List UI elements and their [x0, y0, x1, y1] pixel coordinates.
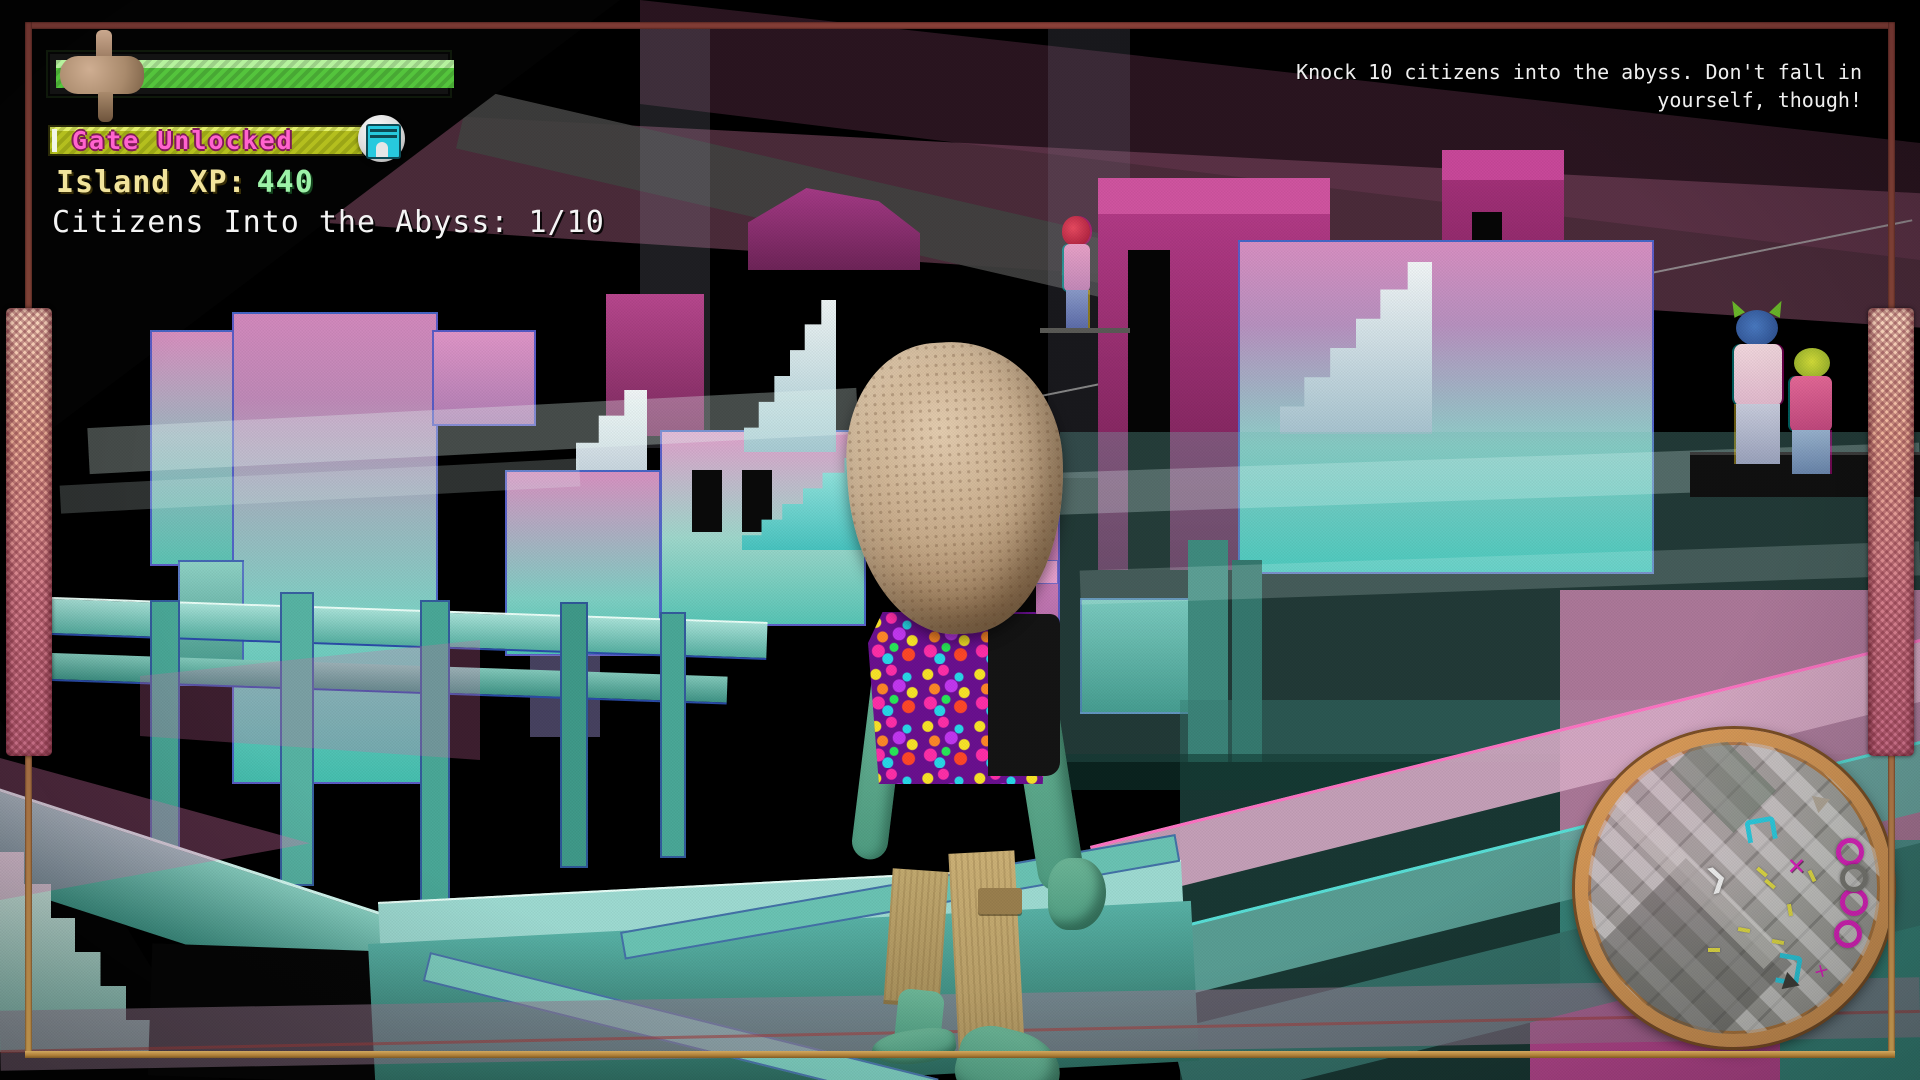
- frame-bottom: [25, 1051, 1895, 1058]
- ragdoll-leg: [98, 92, 113, 122]
- doorway: [692, 470, 722, 532]
- banner-notch: [52, 129, 57, 152]
- citizen-head: [1062, 216, 1090, 246]
- citizen-legs: [1792, 430, 1830, 474]
- post: [660, 612, 686, 858]
- abyss-counter-line: Citizens Into the Abyss: 1/10: [52, 205, 605, 240]
- player-ragdoll-icon: [58, 30, 148, 122]
- objective-text: Knock 10 citizens into the abyss. Don't …: [1296, 58, 1862, 114]
- target-x-icon: ✕: [1788, 848, 1805, 881]
- post: [560, 602, 588, 868]
- minimap-tint: [1588, 742, 1880, 1034]
- citizen-legs: [1736, 404, 1780, 464]
- frame-right-handle: [1868, 308, 1914, 756]
- boulder-speckles: [841, 337, 1072, 640]
- objective-line-2: yourself, though!: [1296, 86, 1862, 114]
- player-left-foot: [870, 1024, 958, 1069]
- game-viewport[interactable]: ❯ ✕ ✕: [0, 0, 1920, 1080]
- player-character: [820, 330, 1140, 1080]
- ragdoll-body: [60, 56, 144, 94]
- citizen-ring-icon: [1836, 838, 1864, 866]
- island-xp-value: 440: [257, 165, 314, 200]
- citizen-ring-icon: [1834, 920, 1862, 948]
- minimap: ❯ ✕ ✕: [1575, 729, 1893, 1047]
- gate-unlocked-banner: Gate Unlocked: [50, 127, 362, 154]
- citizen-body: [1790, 376, 1832, 432]
- island-xp-label: Island XP:: [56, 165, 247, 200]
- player-right-hand: [1048, 858, 1106, 930]
- minimap-map: ❯ ✕ ✕: [1588, 742, 1880, 1034]
- gate-arch-icon: [366, 124, 401, 159]
- abyss-counter-value: 1/10: [529, 205, 605, 240]
- frame-left-handle: [6, 308, 52, 756]
- gate-unlocked-icon: [358, 115, 405, 162]
- objective-line-1: Knock 10 citizens into the abyss. Don't …: [1296, 58, 1862, 86]
- pocket-flap: [978, 888, 1022, 914]
- citizen-pair[interactable]: [1728, 300, 1848, 475]
- neutral-ring-icon: [1840, 864, 1868, 892]
- citizen-legs: [1066, 290, 1088, 330]
- citizen-hair: [1736, 310, 1778, 346]
- citizen-distant[interactable]: [1040, 212, 1130, 332]
- gate-unlocked-label: Gate Unlocked: [72, 126, 294, 155]
- abyss-counter-label: Citizens Into the Abyss:: [52, 205, 509, 240]
- frame-top: [25, 22, 1895, 29]
- yellow-dash: [1708, 948, 1720, 952]
- citizen-hair: [1794, 348, 1830, 378]
- player-left-leg: [883, 868, 948, 1008]
- island-xp-line: Island XP: 440: [56, 165, 314, 200]
- citizen-body: [1064, 244, 1090, 292]
- citizen-ring-icon: [1840, 888, 1868, 916]
- citizen-body: [1734, 344, 1782, 406]
- player-shoulder-panel: [988, 614, 1060, 776]
